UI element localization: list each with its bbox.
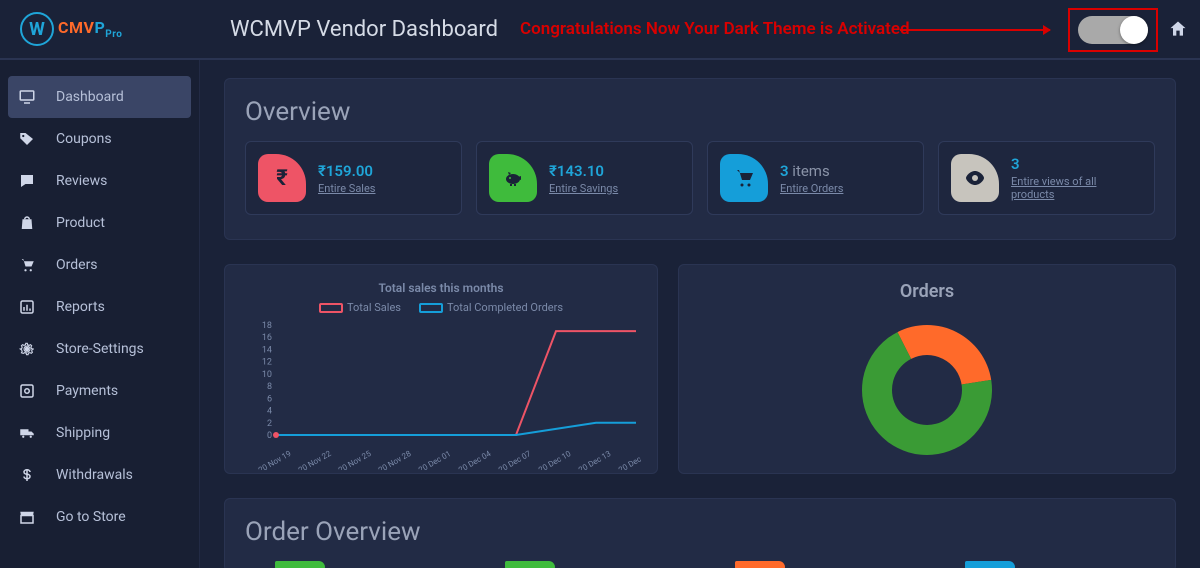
card-value: 3 items [780, 162, 843, 180]
theme-toggle[interactable] [1078, 16, 1148, 44]
sidebar-item-label: Orders [56, 257, 98, 273]
home-icon[interactable] [1168, 19, 1188, 39]
overview-title: Overview [245, 97, 1155, 127]
gear-icon [18, 340, 38, 358]
orders-chart: Orders [678, 264, 1176, 474]
sidebar-item-label: Reviews [56, 173, 107, 189]
sidebar-item-label: Dashboard [56, 89, 124, 105]
sidebar-item-label: Shipping [56, 425, 110, 441]
sidebar-item-label: Store-Settings [56, 341, 144, 357]
sidebar-item-orders[interactable]: Orders [0, 244, 199, 286]
card-value: 3 [1011, 155, 1142, 173]
svg-text:20 Nov 28: 20 Nov 28 [377, 449, 413, 470]
bars-icon [18, 298, 38, 316]
logo-text: CMVPPro [58, 18, 122, 40]
charts-row: Total sales this months Total Sales Tota… [224, 264, 1176, 474]
sidebar: Dashboard Coupons Reviews Product Orders Repo… [0, 60, 200, 568]
overview-cards: ₹ ₹159.00 Entire Sales ₹143.10 Entire Saving… [245, 141, 1155, 215]
svg-text:8: 8 [267, 382, 272, 392]
svg-text:2: 2 [267, 419, 272, 429]
sales-chart-legend: Total Sales Total Completed Orders [241, 301, 641, 314]
svg-text:20 Dec 10: 20 Dec 10 [537, 449, 573, 470]
card-link[interactable]: Entire Sales [318, 182, 376, 195]
sales-line-chart: 02468101214161820 Nov 1920 Nov 2220 Nov … [241, 320, 641, 470]
sidebar-item-reports[interactable]: Reports [0, 286, 199, 328]
order-overview-panel: Order Overview [224, 498, 1176, 568]
card-icon [489, 154, 537, 202]
card-icon [720, 154, 768, 202]
sales-chart-title: Total sales this months [241, 281, 641, 295]
svg-text:20 Dec 07: 20 Dec 07 [497, 449, 533, 470]
topbar: W CMVPPro WCMVP Vendor Dashboard Congrat… [0, 0, 1200, 60]
sidebar-item-go-to-store[interactable]: Go to Store [0, 496, 199, 538]
overview-panel: Overview ₹ ₹159.00 Entire Sales ₹143.10 Enti… [224, 78, 1176, 240]
orders-chart-title: Orders [900, 281, 954, 302]
sidebar-item-product[interactable]: Product [0, 202, 199, 244]
card-value: ₹159.00 [318, 162, 376, 180]
sidebar-item-label: Product [56, 215, 105, 231]
svg-text:20 Dec 13: 20 Dec 13 [577, 449, 612, 470]
svg-text:20 Nov 22: 20 Nov 22 [297, 449, 333, 470]
orders-donut-chart [847, 310, 1007, 457]
sidebar-item-label: Go to Store [56, 509, 126, 525]
theme-activated-message: Congratulations Now Your Dark Theme is A… [520, 19, 910, 39]
monitor-icon [18, 88, 38, 106]
sidebar-item-store-settings[interactable]: Store-Settings [0, 328, 199, 370]
sidebar-item-shipping[interactable]: Shipping [0, 412, 199, 454]
bag-icon [18, 214, 38, 232]
sidebar-item-coupons[interactable]: Coupons [0, 118, 199, 160]
sidebar-item-reviews[interactable]: Reviews [0, 160, 199, 202]
card-link[interactable]: Entire Savings [549, 182, 618, 195]
sidebar-item-dashboard[interactable]: Dashboard [8, 76, 191, 118]
svg-text:16: 16 [262, 333, 272, 343]
theme-toggle-knob [1120, 16, 1148, 44]
overview-card-2: 3 items Entire Orders [707, 141, 924, 215]
svg-text:20 Dec 04: 20 Dec 04 [457, 449, 493, 470]
overview-card-3: 3 Entire views of all products [938, 141, 1155, 215]
svg-text:20 Dec 16: 20 Dec 16 [617, 449, 641, 470]
sidebar-item-label: Reports [56, 299, 105, 315]
cart-icon [18, 256, 38, 274]
svg-text:0: 0 [267, 431, 272, 441]
logo-mark: W [20, 12, 54, 46]
card-icon: ₹ [258, 154, 306, 202]
card-icon [951, 154, 999, 202]
svg-text:20 Nov 19: 20 Nov 19 [257, 449, 293, 470]
card-link[interactable]: Entire views of all products [1011, 175, 1142, 201]
svg-text:20 Dec 01: 20 Dec 01 [417, 449, 452, 470]
truck-icon [18, 424, 38, 442]
sidebar-item-withdrawals[interactable]: Withdrawals [0, 454, 199, 496]
page-title: WCMVP Vendor Dashboard [230, 17, 498, 42]
svg-text:12: 12 [262, 358, 272, 368]
svg-text:20 Nov 25: 20 Nov 25 [337, 449, 373, 470]
card-value: ₹143.10 [549, 162, 618, 180]
chat-icon [18, 172, 38, 190]
sidebar-item-label: Coupons [56, 131, 112, 147]
dollar-icon [18, 466, 38, 484]
sidebar-item-payments[interactable]: Payments [0, 370, 199, 412]
overview-card-0: ₹ ₹159.00 Entire Sales [245, 141, 462, 215]
svg-text:6: 6 [267, 394, 272, 404]
svg-text:4: 4 [267, 407, 272, 417]
sales-chart: Total sales this months Total Sales Tota… [224, 264, 658, 474]
annotation-arrow [900, 29, 1050, 31]
sidebar-item-label: Withdrawals [56, 467, 133, 483]
svg-text:18: 18 [262, 321, 272, 331]
store-icon [18, 508, 38, 526]
sidebar-item-label: Payments [56, 383, 118, 399]
main-content: Overview ₹ ₹159.00 Entire Sales ₹143.10 Enti… [200, 60, 1200, 568]
card-link[interactable]: Entire Orders [780, 182, 843, 195]
logo[interactable]: W CMVPPro [20, 12, 200, 46]
overview-card-1: ₹143.10 Entire Savings [476, 141, 693, 215]
theme-toggle-highlight [1068, 8, 1158, 52]
svg-text:14: 14 [262, 345, 272, 355]
order-overview-title: Order Overview [245, 517, 1155, 547]
svg-text:10: 10 [262, 370, 272, 380]
wallet-icon [18, 382, 38, 400]
tag-icon [18, 130, 38, 148]
